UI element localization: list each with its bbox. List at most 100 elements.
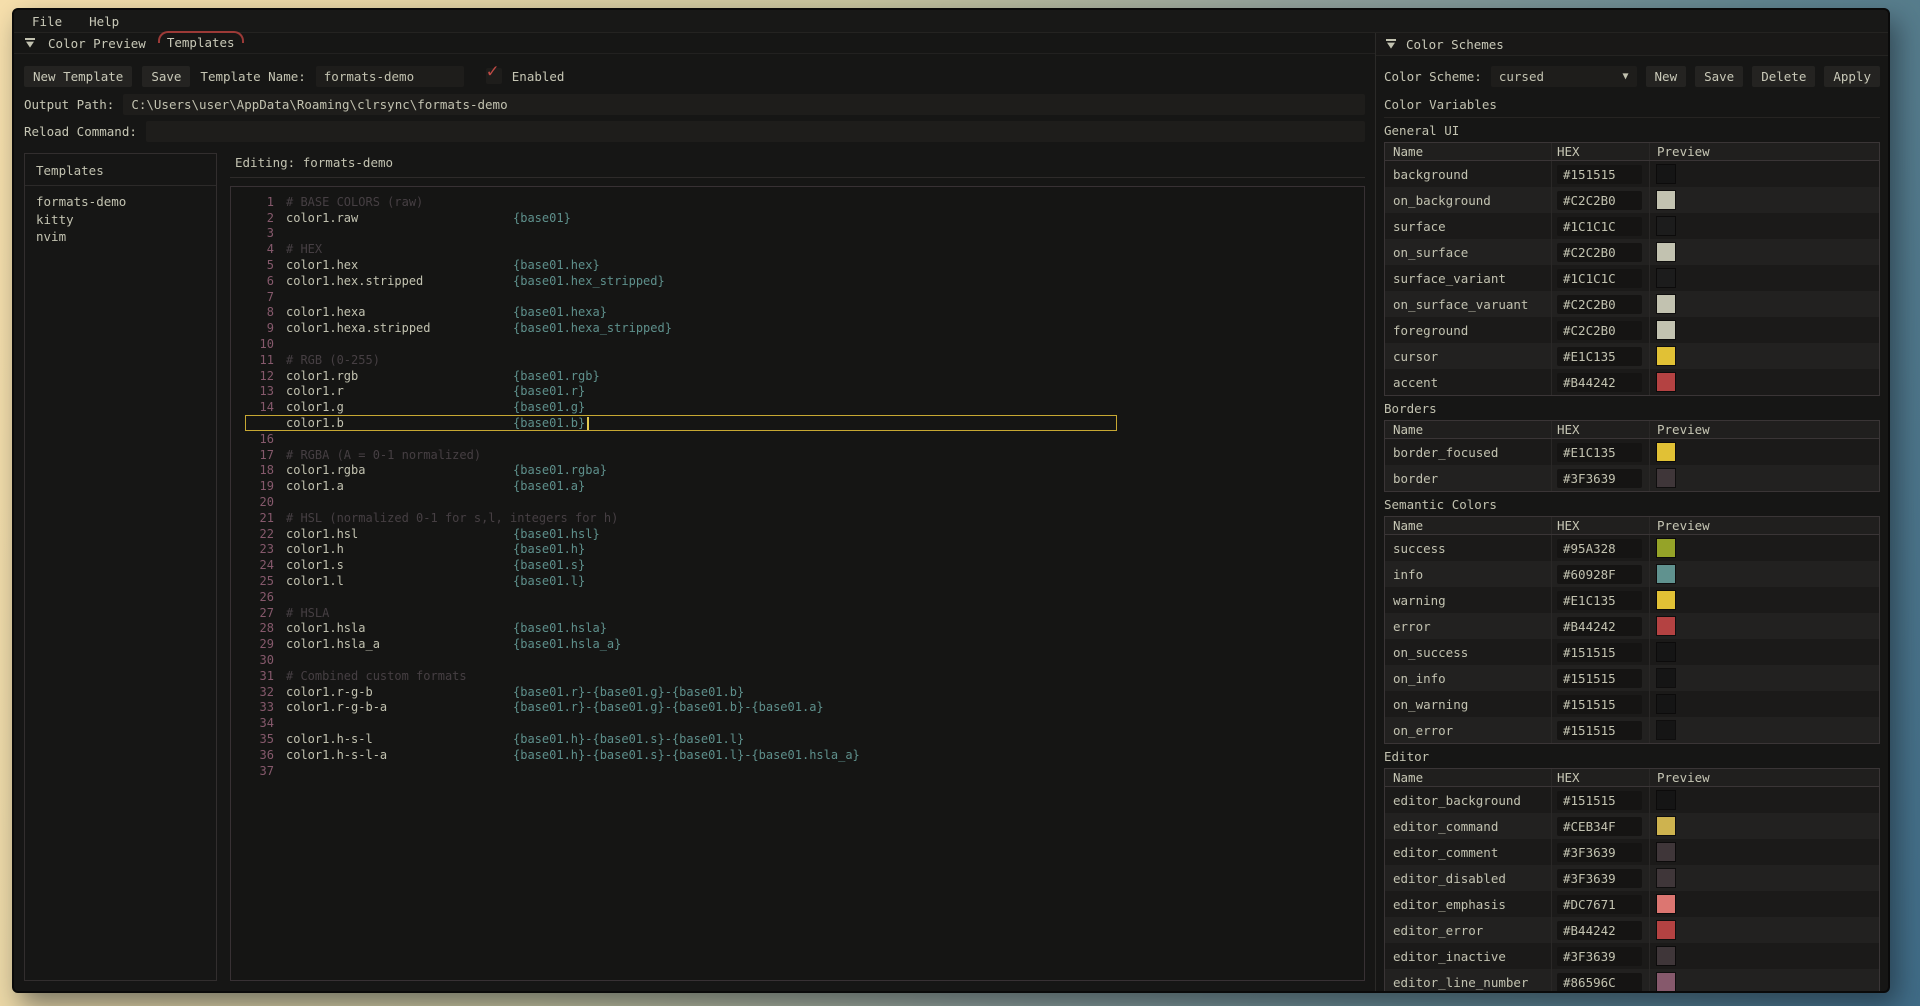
hex-input[interactable]: #E1C135 [1557, 591, 1642, 610]
code-line-21[interactable]: 21# HSL (normalized 0-1 for s,l, integer… [231, 510, 1364, 526]
hex-input[interactable]: #DC7671 [1557, 895, 1642, 914]
code-line-4[interactable]: 4# HEX [231, 241, 1364, 257]
hex-input[interactable]: #3F3639 [1557, 869, 1642, 888]
code-line-3[interactable]: 3 [231, 226, 1364, 242]
hex-input[interactable]: #E1C135 [1557, 443, 1642, 462]
code-line-16[interactable]: 16 [231, 431, 1364, 447]
hex-input[interactable]: #1C1C1C [1557, 269, 1642, 288]
hex-input[interactable]: #151515 [1557, 695, 1642, 714]
code-line-9[interactable]: 9color1.hexa.stripped{base01.hexa_stripp… [231, 320, 1364, 336]
hex-input[interactable]: #95A328 [1557, 539, 1642, 558]
hex-input[interactable]: #C2C2B0 [1557, 191, 1642, 210]
code-line-26[interactable]: 26 [231, 589, 1364, 605]
hex-input[interactable]: #60928F [1557, 565, 1642, 584]
code-line-25[interactable]: 25color1.l{base01.l} [231, 573, 1364, 589]
scheme-new-button[interactable]: New [1646, 66, 1687, 87]
color-swatch[interactable] [1657, 921, 1675, 939]
code-line-29[interactable]: 29color1.hsla_a{base01.hsla_a} [231, 636, 1364, 652]
hex-input[interactable]: #1C1C1C [1557, 217, 1642, 236]
color-swatch[interactable] [1657, 443, 1675, 461]
code-line-10[interactable]: 10 [231, 336, 1364, 352]
color-swatch[interactable] [1657, 669, 1675, 687]
color-schemes-header[interactable]: Color Schemes [1376, 33, 1888, 56]
code-editor[interactable]: 1# BASE COLORS (raw)2color1.raw{base01}3… [230, 186, 1365, 981]
scheme-combo[interactable]: cursed ▼ [1491, 66, 1637, 87]
hex-input[interactable]: #151515 [1557, 165, 1642, 184]
color-swatch[interactable] [1657, 165, 1675, 183]
code-line-35[interactable]: 35color1.h-s-l{base01.h}-{base01.s}-{bas… [231, 731, 1364, 747]
code-line-15[interactable]: 15color1.b{base01.b} [231, 415, 1364, 431]
hex-input[interactable]: #E1C135 [1557, 347, 1642, 366]
active-line-input[interactable]: color1.b{base01.b} [245, 415, 1117, 431]
color-swatch[interactable] [1657, 347, 1675, 365]
code-line-2[interactable]: 2color1.raw{base01} [231, 210, 1364, 226]
color-swatch[interactable] [1657, 895, 1675, 913]
hex-input[interactable]: #3F3639 [1557, 469, 1642, 488]
template-item-formats-demo[interactable]: formats-demo [36, 193, 205, 211]
collapse-arrow-icon[interactable] [1385, 38, 1397, 50]
code-line-31[interactable]: 31# Combined custom formats [231, 668, 1364, 684]
hex-input[interactable]: #151515 [1557, 791, 1642, 810]
code-line-11[interactable]: 11# RGB (0-255) [231, 352, 1364, 368]
template-name-input[interactable]: formats-demo [316, 66, 464, 87]
code-line-12[interactable]: 12color1.rgb{base01.rgb} [231, 368, 1364, 384]
hex-input[interactable]: #C2C2B0 [1557, 243, 1642, 262]
color-swatch[interactable] [1657, 817, 1675, 835]
code-line-7[interactable]: 7 [231, 289, 1364, 305]
color-swatch[interactable] [1657, 869, 1675, 887]
tab-templates[interactable]: Templates [158, 34, 244, 52]
menu-file[interactable]: File [32, 14, 62, 29]
menu-help[interactable]: Help [89, 14, 119, 29]
code-line-8[interactable]: 8color1.hexa{base01.hexa} [231, 305, 1364, 321]
code-line-22[interactable]: 22color1.hsl{base01.hsl} [231, 526, 1364, 542]
code-line-13[interactable]: 13color1.r{base01.r} [231, 384, 1364, 400]
color-swatch[interactable] [1657, 947, 1675, 965]
hex-input[interactable]: #151515 [1557, 721, 1642, 740]
template-item-kitty[interactable]: kitty [36, 211, 205, 229]
hex-input[interactable]: #151515 [1557, 669, 1642, 688]
enabled-checkbox[interactable]: ✓ [486, 68, 502, 84]
hex-input[interactable]: #B44242 [1557, 617, 1642, 636]
code-line-34[interactable]: 34 [231, 715, 1364, 731]
scheme-delete-button[interactable]: Delete [1752, 66, 1815, 87]
new-template-button[interactable]: New Template [24, 66, 132, 87]
code-line-19[interactable]: 19color1.a{base01.a} [231, 478, 1364, 494]
code-line-33[interactable]: 33color1.r-g-b-a{base01.r}-{base01.g}-{b… [231, 700, 1364, 716]
code-line-14[interactable]: 14color1.g{base01.g} [231, 399, 1364, 415]
code-line-32[interactable]: 32color1.r-g-b{base01.r}-{base01.g}-{bas… [231, 684, 1364, 700]
color-swatch[interactable] [1657, 217, 1675, 235]
color-swatch[interactable] [1657, 539, 1675, 557]
code-line-37[interactable]: 37 [231, 763, 1364, 779]
color-swatch[interactable] [1657, 295, 1675, 313]
code-line-5[interactable]: 5color1.hex{base01.hex} [231, 257, 1364, 273]
code-line-17[interactable]: 17# RGBA (A = 0-1 normalized) [231, 447, 1364, 463]
hex-input[interactable]: #3F3639 [1557, 843, 1642, 862]
hex-input[interactable]: #B44242 [1557, 921, 1642, 940]
color-swatch[interactable] [1657, 373, 1675, 391]
hex-input[interactable]: #C2C2B0 [1557, 321, 1642, 340]
color-swatch[interactable] [1657, 243, 1675, 261]
hex-input[interactable]: #3F3639 [1557, 947, 1642, 966]
color-swatch[interactable] [1657, 565, 1675, 583]
code-line-1[interactable]: 1# BASE COLORS (raw) [231, 194, 1364, 210]
code-line-6[interactable]: 6color1.hex.stripped{base01.hex_stripped… [231, 273, 1364, 289]
color-swatch[interactable] [1657, 695, 1675, 713]
hex-input[interactable]: #C2C2B0 [1557, 295, 1642, 314]
output-path-input[interactable]: C:\Users\user\AppData\Roaming\clrsync\fo… [123, 94, 1365, 115]
hex-input[interactable]: #B44242 [1557, 373, 1642, 392]
color-swatch[interactable] [1657, 191, 1675, 209]
hex-input[interactable]: #151515 [1557, 643, 1642, 662]
color-swatch[interactable] [1657, 643, 1675, 661]
color-swatch[interactable] [1657, 617, 1675, 635]
code-line-27[interactable]: 27# HSLA [231, 605, 1364, 621]
color-swatch[interactable] [1657, 591, 1675, 609]
code-line-36[interactable]: 36color1.h-s-l-a{base01.h}-{base01.s}-{b… [231, 747, 1364, 763]
save-template-button[interactable]: Save [142, 66, 190, 87]
collapse-arrow-icon[interactable] [24, 37, 36, 49]
code-line-20[interactable]: 20 [231, 494, 1364, 510]
code-line-24[interactable]: 24color1.s{base01.s} [231, 557, 1364, 573]
scheme-save-button[interactable]: Save [1695, 66, 1743, 87]
color-swatch[interactable] [1657, 269, 1675, 287]
scheme-apply-button[interactable]: Apply [1824, 66, 1880, 87]
color-swatch[interactable] [1657, 469, 1675, 487]
